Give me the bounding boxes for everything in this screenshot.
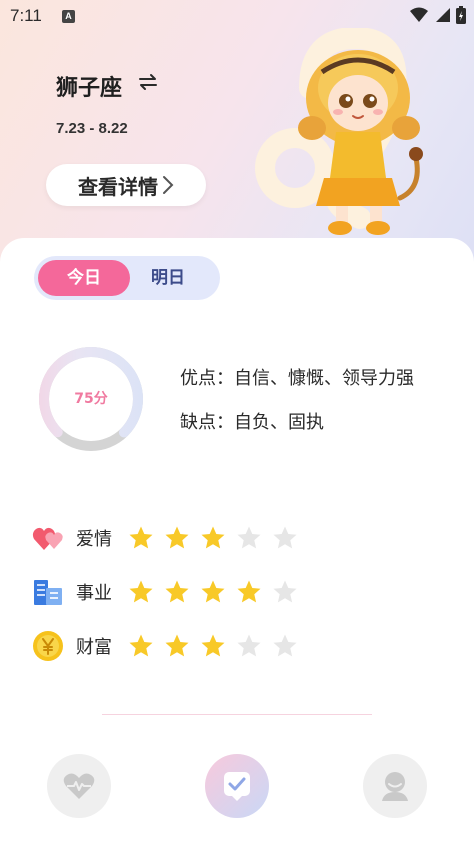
zodiac-date-range: 7.23 - 8.22 (56, 120, 128, 137)
tab-today[interactable]: 今日 (38, 260, 130, 296)
swap-arrows-icon[interactable] (137, 70, 159, 94)
star-filled-icon (165, 580, 189, 603)
stars-wealth (128, 633, 298, 659)
star-empty-icon (237, 526, 261, 549)
person-icon (382, 772, 408, 801)
divider (102, 714, 372, 715)
star-empty-icon (237, 634, 261, 657)
status-a-badge: A (62, 10, 75, 23)
rating-row-love: 爱情 (32, 520, 298, 556)
star-filled-icon (201, 580, 225, 603)
nav-horoscope-button[interactable] (205, 754, 269, 818)
star-filled-icon (165, 526, 189, 549)
star-filled-icon (129, 580, 153, 603)
star-empty-icon (273, 580, 297, 603)
coin-icon (33, 631, 63, 661)
heartbeat-icon (63, 773, 95, 799)
rating-row-career: 事业 (32, 574, 298, 610)
hearts-icon (32, 527, 63, 550)
tab-tomorrow[interactable]: 明日 (122, 260, 214, 296)
stars-love (128, 525, 298, 551)
rating-label-wealth: 财富 (76, 637, 112, 658)
star-filled-icon (201, 526, 225, 549)
zodiac-sign-name: 狮子座 (56, 76, 123, 101)
status-icons (410, 6, 466, 24)
star-filled-icon (129, 526, 153, 549)
star-empty-icon (273, 634, 297, 657)
trait-weaknesses: 缺点：自负、固执 (180, 412, 324, 433)
fortune-card: 今日 明日 75分 优点：自信、慷慨、领导力强 缺点：自负、固执 爱情 事业 财… (0, 238, 474, 842)
nav-health-button[interactable] (47, 754, 111, 818)
rating-label-love: 爱情 (76, 529, 112, 550)
rating-row-wealth: 财富 (32, 628, 298, 664)
star-empty-icon (273, 526, 297, 549)
star-filled-icon (129, 634, 153, 657)
buildings-icon (34, 580, 62, 605)
view-details-label: 查看详情 (78, 174, 158, 199)
wifi-icon (410, 7, 428, 22)
chevron-right-icon (163, 176, 174, 194)
leo-girl-illustration (255, 28, 423, 235)
trait-strengths: 优点：自信、慷慨、领导力强 (180, 368, 414, 389)
score-value: 75分 (74, 391, 108, 407)
star-filled-icon (237, 580, 261, 603)
day-toggle: 今日 明日 (34, 256, 220, 300)
nav-profile-button[interactable] (363, 754, 427, 818)
signal-icon (436, 8, 450, 22)
star-filled-icon (201, 634, 225, 657)
stars-career (128, 579, 298, 605)
star-filled-icon (165, 634, 189, 657)
battery-icon (456, 6, 466, 24)
check-chat-icon (224, 772, 250, 801)
rating-label-career: 事业 (76, 583, 112, 604)
status-time: 7:11 (10, 6, 42, 25)
view-details-button[interactable]: 查看详情 (46, 164, 206, 206)
